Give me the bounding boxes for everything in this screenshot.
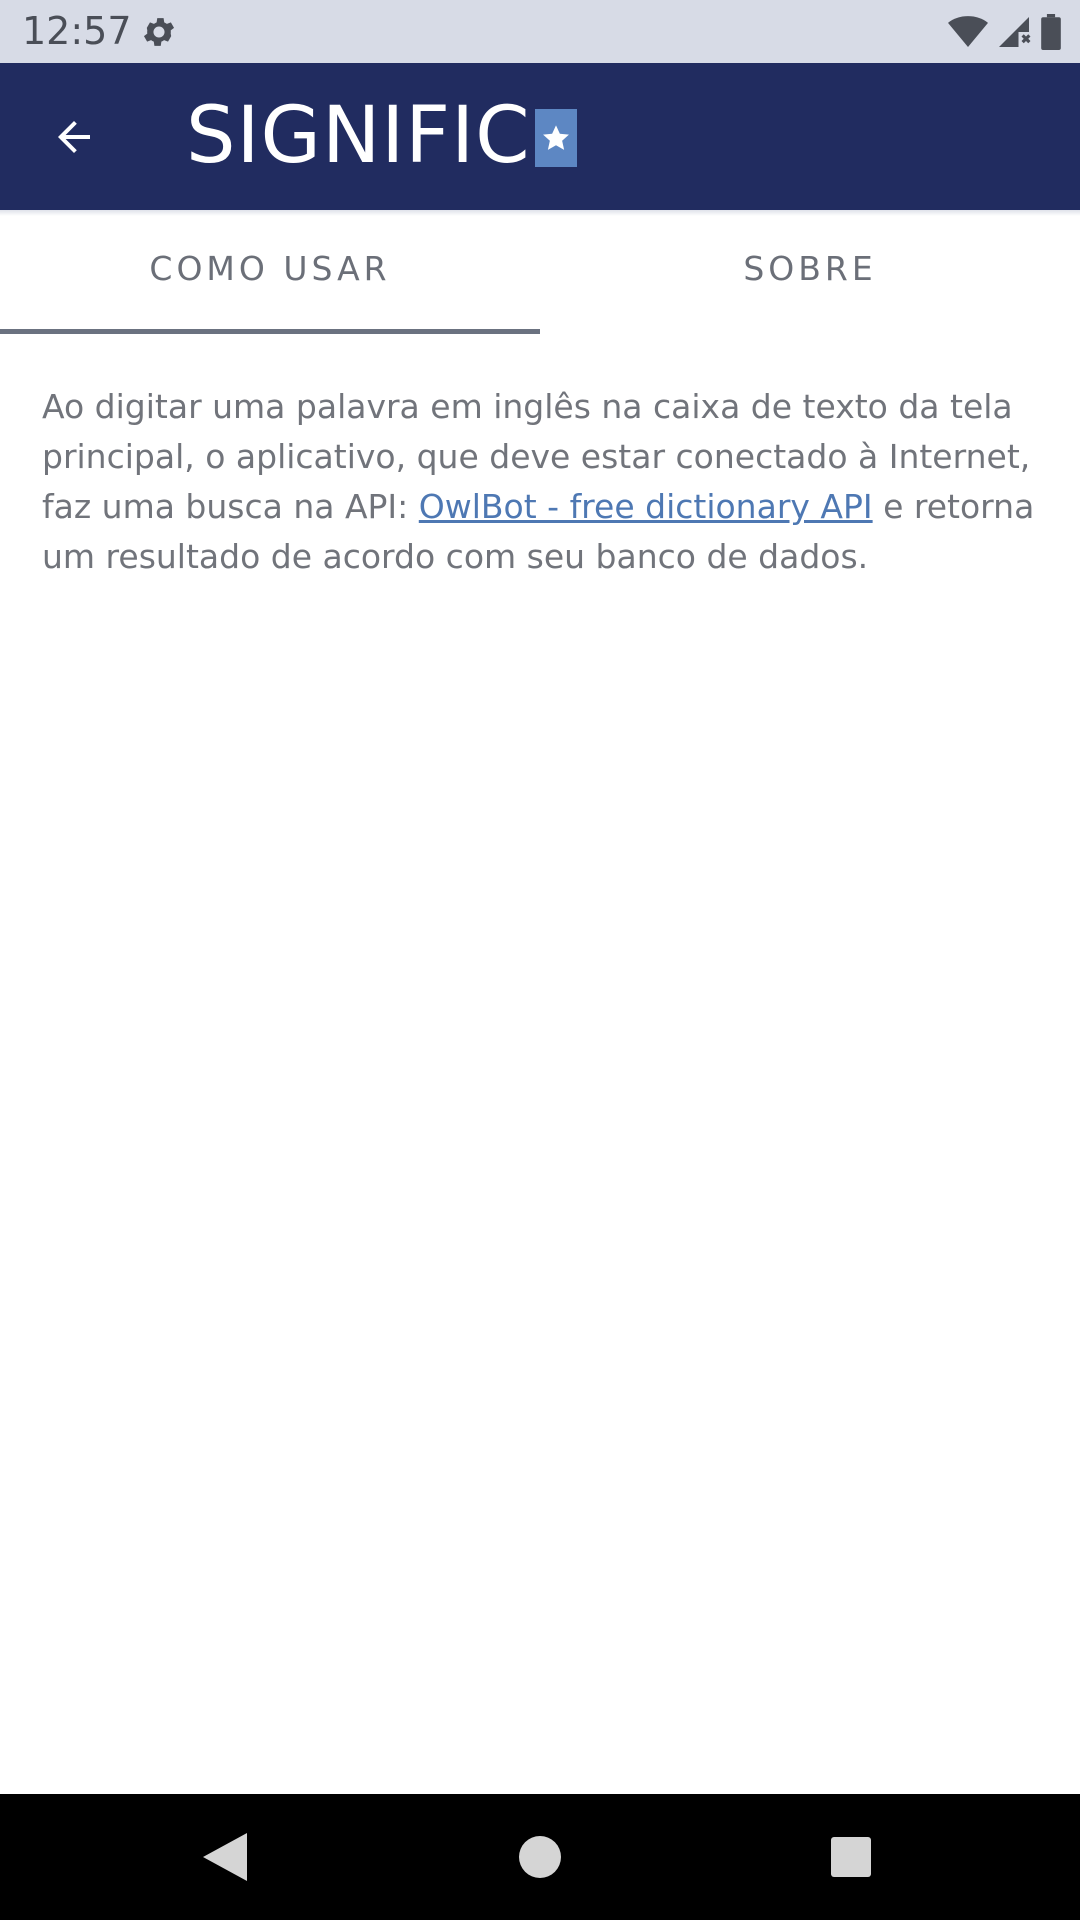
app-bar: SIGNIFIC bbox=[0, 63, 1080, 210]
nav-recents-button[interactable] bbox=[821, 1827, 881, 1887]
tab-indicator bbox=[0, 329, 540, 334]
logo-star-box bbox=[534, 109, 577, 167]
screen: 12:57 SIGNIFIC COMO USAR SOBRE Ao digita… bbox=[0, 0, 1080, 1920]
owlbot-api-link[interactable]: OwlBot - free dictionary API bbox=[419, 487, 873, 526]
status-time: 12:57 bbox=[22, 9, 132, 53]
nav-home-button[interactable] bbox=[510, 1827, 570, 1887]
back-triangle-icon bbox=[203, 1833, 247, 1881]
signal-icon bbox=[999, 17, 1031, 47]
battery-icon bbox=[1041, 14, 1061, 50]
status-icons bbox=[948, 12, 1062, 52]
back-button[interactable] bbox=[36, 99, 112, 175]
navigation-bar bbox=[0, 1794, 1080, 1920]
nav-back-button[interactable] bbox=[195, 1827, 255, 1887]
tab-sobre[interactable]: SOBRE bbox=[540, 216, 1080, 334]
tab-como-usar[interactable]: COMO USAR bbox=[0, 216, 540, 334]
how-to-use-text: Ao digitar uma palavra em inglês na caix… bbox=[42, 382, 1042, 582]
app-logo: SIGNIFIC bbox=[186, 96, 577, 176]
recents-square-icon bbox=[831, 1837, 871, 1877]
star-icon bbox=[542, 125, 569, 150]
gear-icon bbox=[143, 18, 175, 46]
tab-label: SOBRE bbox=[743, 248, 877, 288]
home-circle-icon bbox=[519, 1836, 561, 1878]
status-bar: 12:57 bbox=[0, 0, 1080, 63]
app-title: SIGNIFIC bbox=[186, 91, 531, 181]
tab-label: COMO USAR bbox=[149, 248, 391, 288]
wifi-icon bbox=[948, 16, 988, 47]
tab-bar: COMO USAR SOBRE bbox=[0, 216, 1080, 334]
arrow-back-icon bbox=[58, 121, 90, 153]
